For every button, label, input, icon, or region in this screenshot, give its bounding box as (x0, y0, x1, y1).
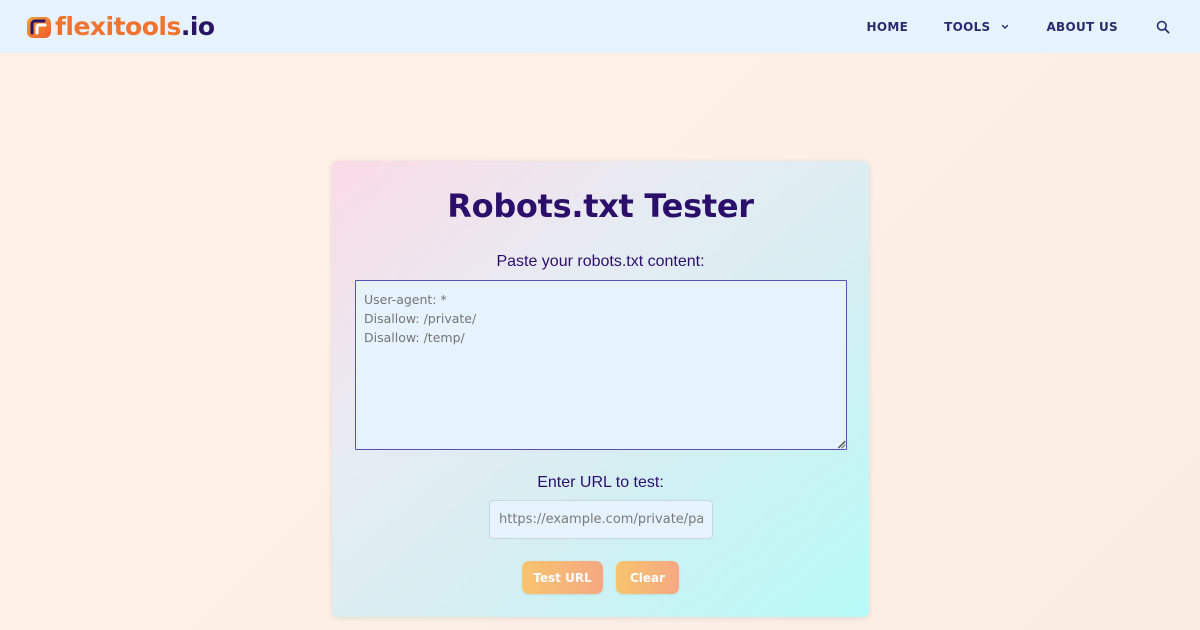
test-url-label: Enter URL to test: (537, 474, 664, 491)
resize-handle-icon[interactable] (837, 440, 846, 449)
flexitools-logo-icon (27, 17, 51, 38)
logo-brand: flexitools (55, 12, 181, 41)
logo-wordmark: flexitools.io (55, 12, 215, 42)
nav-home-link[interactable]: HOME (866, 20, 908, 34)
chevron-down-icon (1002, 24, 1009, 29)
robots-tester-card: Robots.txt Tester Paste your robots.txt … (332, 161, 869, 617)
logo-tld: .io (180, 12, 215, 41)
nav-tools-label: TOOLS (944, 19, 991, 34)
site-logo[interactable]: flexitools.io (26, 12, 215, 42)
robots-content-textarea[interactable] (355, 280, 847, 450)
robots-content-label: Paste your robots.txt content: (496, 253, 705, 270)
test-url-input[interactable] (489, 500, 713, 539)
nav-about-link[interactable]: ABOUT US (1046, 20, 1118, 34)
page-title: Robots.txt Tester (447, 187, 754, 225)
nav-tools-dropdown[interactable]: TOOLS (944, 20, 1010, 34)
main-nav: HOME TOOLS ABOUT US (830, 0, 1170, 53)
top-navbar: flexitools.io HOME TOOLS ABOUT US (0, 0, 1200, 53)
search-icon[interactable] (1156, 20, 1170, 34)
test-url-button[interactable]: Test URL (522, 561, 603, 594)
clear-button[interactable]: Clear (616, 561, 679, 594)
